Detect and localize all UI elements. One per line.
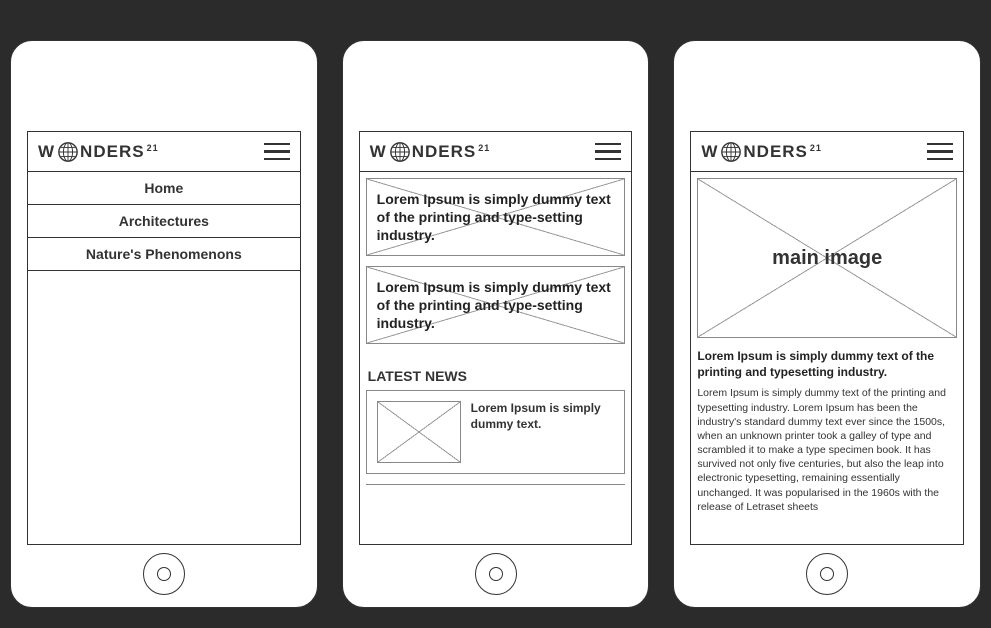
app-header: W NDERS 21 <box>360 132 632 172</box>
article-headline: Lorem Ipsum is simply dummy text of the … <box>697 338 957 386</box>
logo-text-left: W <box>701 142 718 162</box>
news-thumbnail-placeholder <box>377 401 461 463</box>
main-image-label: main image <box>772 247 882 270</box>
logo-superscript: 21 <box>478 143 490 153</box>
feed-content: Lorem Ipsum is simply dummy text of the … <box>360 172 632 544</box>
brand-logo[interactable]: W NDERS 21 <box>370 141 491 163</box>
mobile-frame-article: W NDERS 21 main image Lorem Ipsum is sim… <box>673 40 981 608</box>
mobile-frame-menu: W NDERS 21 Home Architectures Nature's P… <box>10 40 318 608</box>
logo-superscript: 21 <box>147 143 159 153</box>
logo-text-left: W <box>370 142 387 162</box>
device-home-button[interactable] <box>143 553 185 595</box>
list-row-placeholder <box>366 484 626 502</box>
menu-item-architectures[interactable]: Architectures <box>28 205 300 238</box>
mobile-frame-feed: W NDERS 21 Lorem Ipsum is simply dummy t… <box>342 40 650 608</box>
logo-text-left: W <box>38 142 55 162</box>
screen: W NDERS 21 main image Lorem Ipsum is sim… <box>690 131 964 545</box>
latest-news-heading: LATEST NEWS <box>366 354 626 390</box>
menu-item-nature[interactable]: Nature's Phenomenons <box>28 238 300 271</box>
logo-superscript: 21 <box>810 143 822 153</box>
screen: W NDERS 21 Lorem Ipsum is simply dummy t… <box>359 131 633 545</box>
hamburger-icon[interactable] <box>927 143 953 161</box>
feature-card-text: Lorem Ipsum is simply dummy text of the … <box>367 270 625 341</box>
screen: W NDERS 21 Home Architectures Nature's P… <box>27 131 301 545</box>
app-header: W NDERS 21 <box>28 132 300 172</box>
news-item-text: Lorem Ipsum is simply dummy text. <box>471 401 615 463</box>
brand-logo[interactable]: W NDERS 21 <box>38 141 159 163</box>
hamburger-icon[interactable] <box>264 143 290 161</box>
feature-card[interactable]: Lorem Ipsum is simply dummy text of the … <box>366 178 626 256</box>
globe-icon <box>720 141 742 163</box>
globe-icon <box>57 141 79 163</box>
logo-text-right: NDERS <box>412 142 477 162</box>
article-content: main image Lorem Ipsum is simply dummy t… <box>691 172 963 544</box>
feature-card[interactable]: Lorem Ipsum is simply dummy text of the … <box>366 266 626 344</box>
main-image-placeholder: main image <box>697 178 957 338</box>
device-home-button[interactable] <box>806 553 848 595</box>
app-header: W NDERS 21 <box>691 132 963 172</box>
menu-item-home[interactable]: Home <box>28 172 300 205</box>
empty-content-area <box>28 271 300 544</box>
logo-text-right: NDERS <box>743 142 808 162</box>
article-body: Lorem Ipsum is simply dummy text of the … <box>697 386 957 514</box>
logo-text-right: NDERS <box>80 142 145 162</box>
feature-card-text: Lorem Ipsum is simply dummy text of the … <box>367 182 625 253</box>
hamburger-icon[interactable] <box>595 143 621 161</box>
brand-logo[interactable]: W NDERS 21 <box>701 141 822 163</box>
device-home-button[interactable] <box>475 553 517 595</box>
news-item[interactable]: Lorem Ipsum is simply dummy text. <box>366 390 626 474</box>
globe-icon <box>389 141 411 163</box>
